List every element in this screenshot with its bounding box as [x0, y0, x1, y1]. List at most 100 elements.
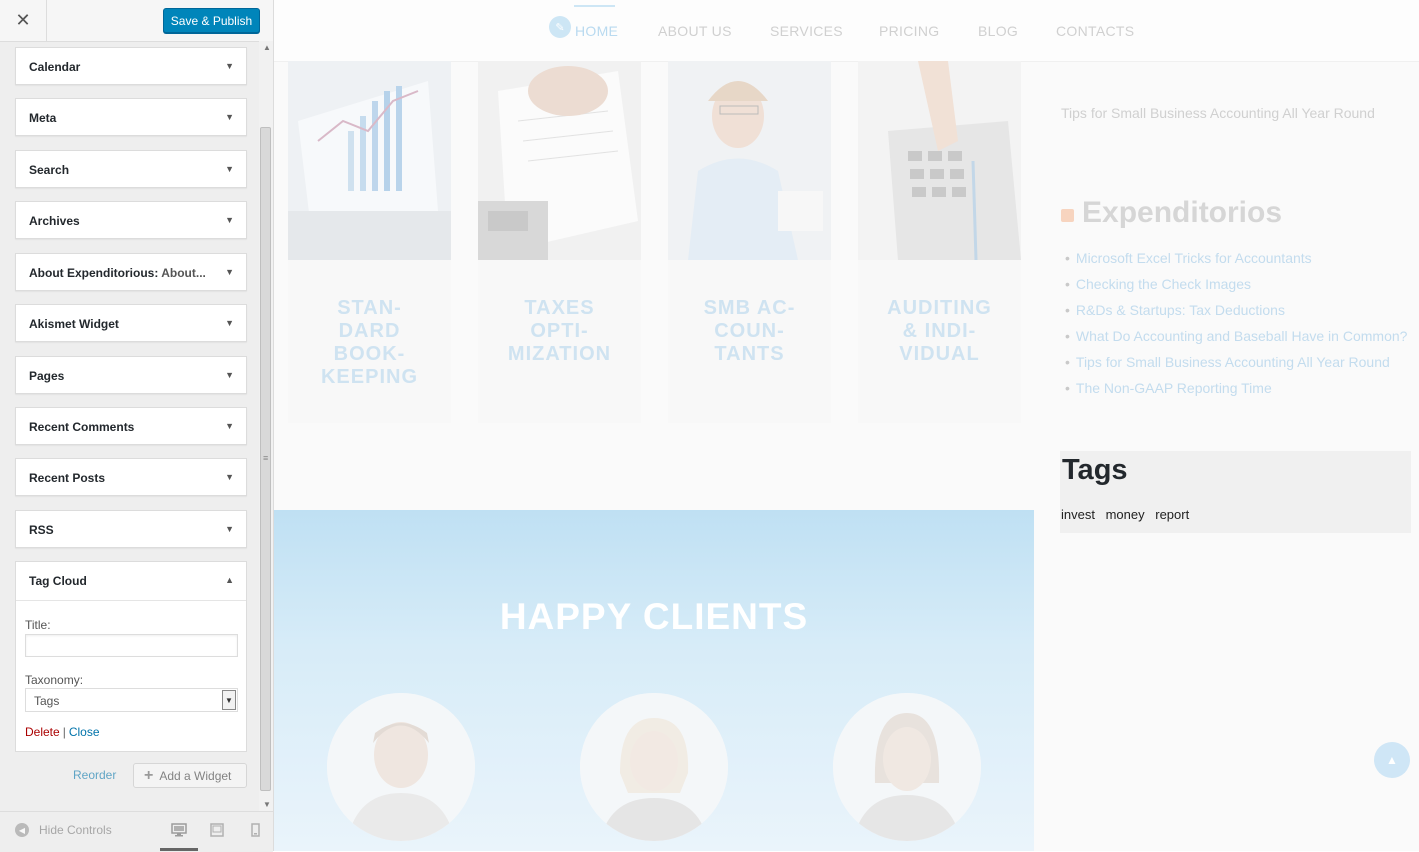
- service-image-taxes: [478, 61, 641, 260]
- nav-services[interactable]: SERVICES: [770, 23, 843, 39]
- widget-title: Calendar: [29, 60, 81, 74]
- tag-link[interactable]: money: [1106, 507, 1145, 522]
- list-item[interactable]: • What Do Accounting and Baseball Have in…: [1065, 327, 1407, 353]
- scroll-top-icon[interactable]: ▲: [1374, 742, 1410, 778]
- widget-tag-cloud: Tag Cloud ▲ Title: Taxonomy: Tags ▼ Dele…: [15, 561, 247, 752]
- caret-down-icon[interactable]: ▼: [225, 472, 234, 482]
- service-title[interactable]: STAN- DARD BOOK- KEEPING: [288, 297, 451, 389]
- title-label: Title:: [25, 618, 51, 632]
- caret-down-icon[interactable]: ▼: [225, 267, 234, 277]
- close-icon[interactable]: ✕: [0, 0, 47, 41]
- widget-title-main: About Expenditorious:: [29, 266, 159, 280]
- list-item[interactable]: • Checking the Check Images: [1065, 275, 1407, 301]
- post-link[interactable]: Checking the Check Images: [1076, 276, 1251, 292]
- post-link[interactable]: R&Ds & Startups: Tax Deductions: [1076, 302, 1285, 318]
- mobile-icon[interactable]: [247, 823, 263, 837]
- widget-title: Search: [29, 163, 70, 177]
- home-icon: ✎: [549, 16, 571, 38]
- bullet: •: [1065, 250, 1070, 266]
- scroll-up-icon[interactable]: ▲: [263, 43, 271, 52]
- tag-cloud: invest money report: [1061, 507, 1196, 522]
- separator: |: [62, 725, 66, 739]
- widget-rss[interactable]: RSS ▼: [15, 510, 247, 548]
- add-widget-button[interactable]: + Add a Widget: [133, 763, 247, 788]
- caret-down-icon[interactable]: ▼: [225, 112, 234, 122]
- nav-about-us[interactable]: ABOUT US: [658, 23, 732, 39]
- active-nav-indicator: [574, 5, 615, 7]
- tag-link[interactable]: invest: [1061, 507, 1095, 522]
- client-avatar: [327, 693, 475, 841]
- bullet: •: [1065, 276, 1070, 292]
- widget-title: Recent Comments: [29, 420, 135, 434]
- widget-meta[interactable]: Meta ▼: [15, 98, 247, 136]
- taxonomy-label: Taxonomy:: [25, 673, 84, 687]
- caret-down-icon[interactable]: ▼: [225, 370, 234, 380]
- tags-title: Tags: [1062, 454, 1128, 486]
- close-link[interactable]: Close: [69, 725, 100, 739]
- hide-controls-icon: ◀: [15, 823, 29, 837]
- caret-down-icon[interactable]: ▼: [225, 524, 234, 534]
- service-title[interactable]: TAXES OPTI- MIZATION: [478, 297, 641, 366]
- post-link[interactable]: What Do Accounting and Baseball Have in …: [1076, 328, 1408, 344]
- customizer-header: ✕ Save & Publish: [0, 0, 273, 42]
- delete-link[interactable]: Delete: [25, 725, 60, 739]
- happy-clients-section: HAPPY CLIENTS: [274, 510, 1034, 851]
- save-publish-button[interactable]: Save & Publish: [163, 8, 260, 33]
- service-title[interactable]: AUDITING & INDI- VIDUAL: [858, 297, 1021, 366]
- caret-down-icon[interactable]: ▼: [225, 318, 234, 328]
- widget-recent-posts[interactable]: Recent Posts ▼: [15, 458, 247, 496]
- widget-search[interactable]: Search ▼: [15, 150, 247, 188]
- hide-controls-button[interactable]: ◀ Hide Controls: [15, 823, 112, 837]
- service-image-smb: [668, 61, 831, 260]
- widget-recent-comments[interactable]: Recent Comments ▼: [15, 407, 247, 445]
- add-widget-label: Add a Widget: [159, 768, 232, 783]
- caret-down-icon[interactable]: ▼: [225, 61, 234, 71]
- title-input[interactable]: [25, 634, 238, 657]
- service-image-auditing: [858, 61, 1021, 260]
- widget-about[interactable]: About Expenditorious: About... ▼: [15, 253, 247, 291]
- caret-down-icon[interactable]: ▼: [225, 421, 234, 431]
- tag-link[interactable]: report: [1155, 507, 1189, 522]
- tablet-icon[interactable]: [209, 823, 225, 837]
- taxonomy-value: Tags: [34, 694, 60, 708]
- list-item[interactable]: • Tips for Small Business Accounting All …: [1065, 353, 1407, 379]
- widget-title: About Expenditorious: About...: [29, 266, 206, 280]
- list-item[interactable]: • The Non-GAAP Reporting Time: [1065, 379, 1407, 405]
- list-item[interactable]: • R&Ds & Startups: Tax Deductions: [1065, 301, 1407, 327]
- reorder-link[interactable]: Reorder: [73, 768, 116, 782]
- customizer-sidebar: ✕ Save & Publish Calendar ▼ Meta ▼ Searc…: [0, 0, 274, 852]
- caret-down-icon[interactable]: ▼: [225, 164, 234, 174]
- sidebar-scrollbar[interactable]: ▲ ≡ ▼: [259, 41, 273, 811]
- expenditorios-title: Expenditorios: [1082, 196, 1283, 229]
- taxonomy-select[interactable]: Tags ▼: [25, 688, 238, 712]
- main-navigation: ✎ HOME ABOUT US SERVICES PRICING BLOG CO…: [274, 0, 1419, 62]
- post-link[interactable]: Tips for Small Business Accounting All Y…: [1076, 354, 1390, 370]
- expenditorios-list: • Microsoft Excel Tricks for Accountants …: [1065, 249, 1407, 405]
- nav-home[interactable]: HOME: [575, 23, 618, 39]
- nav-contacts[interactable]: CONTACTS: [1056, 23, 1134, 39]
- happy-clients-title: HAPPY CLIENTS: [499, 596, 809, 637]
- service-title[interactable]: SMB AC- COUN- TANTS: [668, 297, 831, 366]
- list-item[interactable]: • Microsoft Excel Tricks for Accountants: [1065, 249, 1407, 275]
- caret-down-icon[interactable]: ▼: [225, 215, 234, 225]
- widget-archives[interactable]: Archives ▼: [15, 201, 247, 239]
- widget-tag-cloud-header[interactable]: Tag Cloud ▲: [16, 562, 246, 601]
- sidebar-post-link[interactable]: Tips for Small Business Accounting All Y…: [1061, 105, 1375, 121]
- tags-widget: Tags invest money report: [1060, 451, 1411, 533]
- caret-up-icon[interactable]: ▲: [225, 575, 234, 585]
- widget-title: Meta: [29, 111, 57, 125]
- nav-pricing[interactable]: PRICING: [879, 23, 939, 39]
- nav-blog[interactable]: BLOG: [978, 23, 1018, 39]
- widget-pages[interactable]: Pages ▼: [15, 356, 247, 394]
- scroll-down-icon[interactable]: ▼: [263, 800, 271, 809]
- desktop-icon[interactable]: [171, 823, 187, 837]
- post-link[interactable]: Microsoft Excel Tricks for Accountants: [1076, 250, 1312, 266]
- widget-calendar[interactable]: Calendar ▼: [15, 47, 247, 85]
- post-link[interactable]: The Non-GAAP Reporting Time: [1076, 380, 1272, 396]
- widget-title: Pages: [29, 369, 65, 383]
- widget-akismet[interactable]: Akismet Widget ▼: [15, 304, 247, 342]
- chevron-down-icon[interactable]: ▼: [222, 690, 236, 710]
- bullet: •: [1065, 380, 1070, 396]
- hide-controls-label: Hide Controls: [39, 823, 112, 837]
- scrollbar-thumb[interactable]: ≡: [260, 127, 271, 791]
